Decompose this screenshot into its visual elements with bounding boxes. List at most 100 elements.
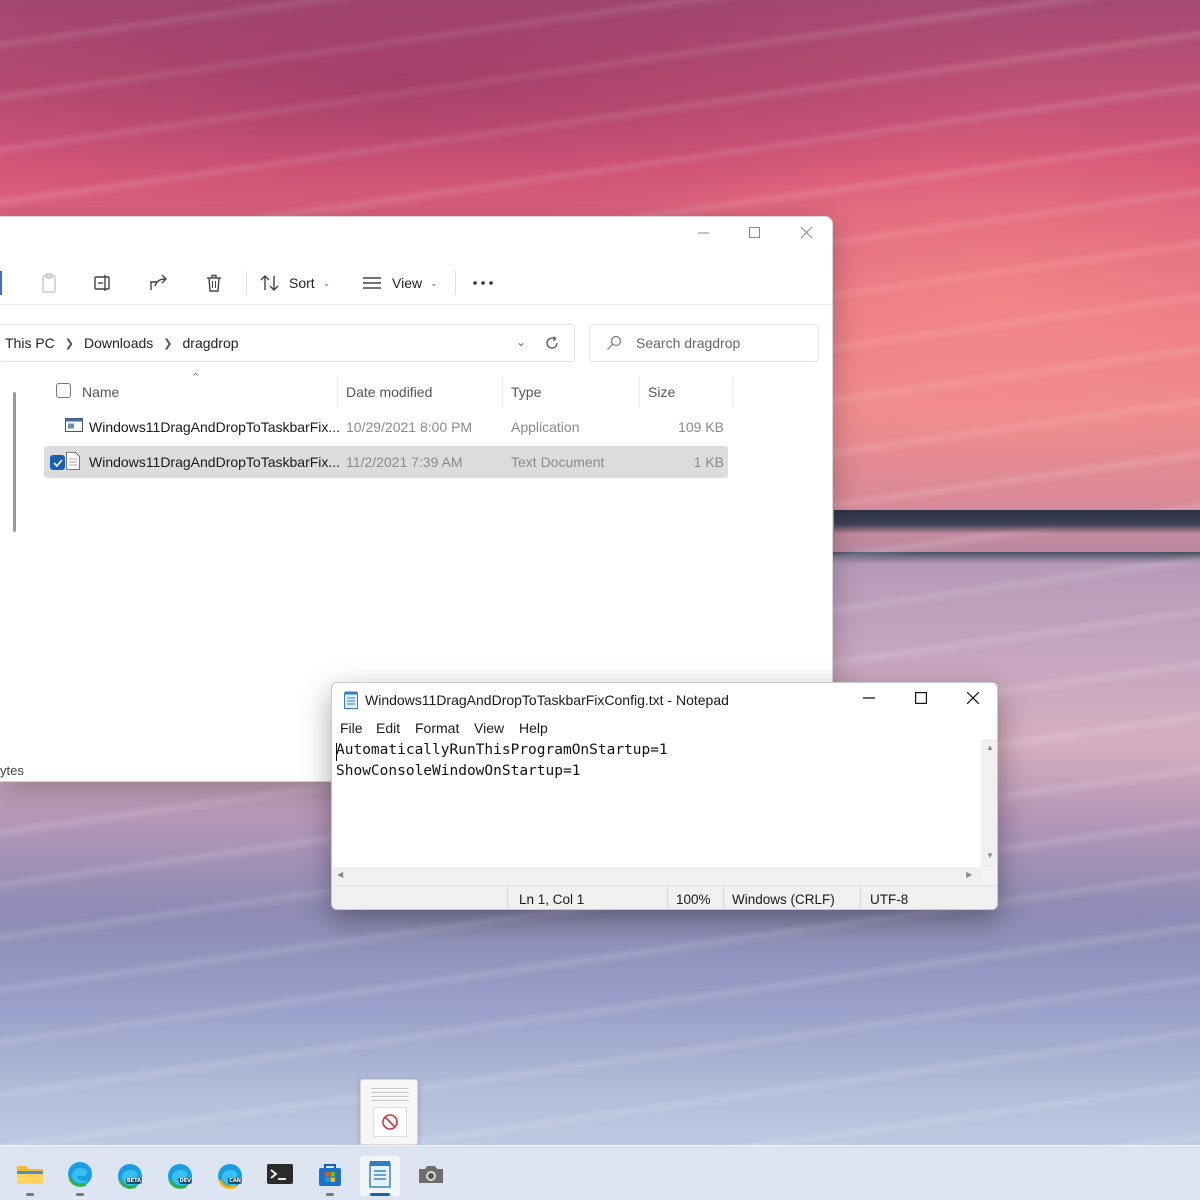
terminal-icon (266, 1162, 294, 1191)
notepad-icon (344, 691, 358, 709)
vertical-scrollbar[interactable]: ▲ ▼ (981, 739, 997, 867)
cursor-position: Ln 1, Col 1 (519, 892, 585, 907)
paste-icon (35, 269, 63, 297)
file-size: 1 KB (693, 454, 724, 470)
sort-button[interactable]: Sort ⌄ (259, 269, 330, 297)
notepad-icon (369, 1160, 391, 1193)
notepad-menu-bar: File Edit Format View Help (332, 717, 997, 739)
taskbar-edge-beta[interactable]: BETA (110, 1156, 150, 1196)
scroll-down-icon[interactable]: ▼ (986, 851, 994, 860)
column-header-date[interactable]: Date modified (346, 380, 432, 404)
breadcrumb-dragdrop[interactable]: dragdrop (183, 335, 239, 351)
running-indicator (76, 1193, 84, 1196)
delete-button[interactable] (200, 269, 228, 297)
search-input[interactable]: Search dragdrop (589, 324, 819, 362)
drag-preview (360, 1079, 418, 1145)
file-row-selected[interactable]: Windows11DragAndDropToTaskbarFix... 11/2… (44, 446, 728, 478)
close-icon (966, 691, 980, 709)
menu-file[interactable]: File (340, 720, 363, 736)
select-all-checkbox[interactable] (56, 383, 71, 398)
close-button[interactable] (783, 221, 829, 247)
chevron-down-icon: ⌄ (430, 277, 438, 288)
sort-ascending-icon: ⌃ (191, 372, 201, 384)
taskbar-notepad[interactable] (360, 1156, 400, 1196)
paste-button[interactable] (35, 269, 63, 297)
column-header-size[interactable]: Size (648, 380, 675, 404)
taskbar-camera[interactable] (411, 1156, 451, 1196)
minimize-button[interactable] (843, 683, 895, 717)
file-name[interactable]: Windows11DragAndDropToTaskbarFix... (89, 454, 340, 470)
chevron-down-icon: ⌄ (322, 277, 331, 288)
refresh-icon[interactable] (540, 331, 564, 355)
explorer-titlebar[interactable] (0, 217, 832, 249)
taskbar-edge[interactable] (60, 1156, 100, 1196)
scroll-up-icon[interactable]: ▲ (986, 743, 994, 752)
file-date: 11/2/2021 7:39 AM (346, 454, 463, 470)
scroll-right-icon[interactable]: ▶ (966, 870, 972, 879)
menu-view[interactable]: View (474, 720, 504, 736)
breadcrumb-downloads[interactable]: Downloads (84, 335, 153, 351)
menu-format[interactable]: Format (415, 720, 459, 736)
view-button[interactable]: View ⌄ (360, 269, 438, 297)
rename-button[interactable] (90, 269, 118, 297)
running-indicator (326, 1193, 334, 1196)
minimize-icon (863, 691, 875, 709)
menu-edit[interactable]: Edit (376, 720, 400, 736)
maximize-button[interactable] (731, 221, 777, 247)
maximize-button[interactable] (895, 683, 947, 717)
application-icon (65, 417, 83, 435)
share-icon (145, 269, 173, 297)
toolbar-edge (0, 271, 2, 295)
more-options-button[interactable] (469, 269, 497, 297)
toolbar-separator (246, 271, 247, 295)
text-document-icon (65, 452, 83, 470)
maximize-icon (915, 691, 928, 709)
line-ending: Windows (CRLF) (732, 892, 835, 907)
checkbox-checked-icon[interactable] (50, 455, 65, 470)
microsoft-store-icon (317, 1161, 343, 1192)
column-header-type[interactable]: Type (511, 380, 541, 404)
breadcrumb-this-pc[interactable]: This PC (5, 335, 55, 351)
menu-help[interactable]: Help (519, 720, 548, 736)
no-drop-icon (373, 1107, 407, 1137)
close-button[interactable] (947, 683, 997, 717)
edge-channel-tag: CAN (228, 1178, 242, 1184)
file-row[interactable]: Windows11DragAndDropToTaskbarFix... 10/2… (44, 411, 728, 443)
notepad-text-area[interactable]: AutomaticallyRunThisProgramOnStartup=1 S… (332, 739, 981, 867)
file-type: Application (511, 419, 580, 435)
address-bar[interactable]: This PC ❯ Downloads ❯ dragdrop ⌄ (0, 324, 575, 362)
minimize-button[interactable] (680, 221, 726, 247)
status-bar-text: ytes (0, 763, 24, 778)
column-header-name[interactable]: Name (82, 380, 119, 404)
address-history-chevron-icon[interactable]: ⌄ (516, 335, 526, 349)
status-divider (507, 886, 508, 909)
running-indicator (26, 1193, 34, 1196)
chevron-right-icon: ❯ (64, 337, 75, 350)
notepad-titlebar[interactable]: Windows11DragAndDropToTaskbarFixConfig.t… (332, 683, 997, 717)
taskbar: BETA DEV CAN (0, 1145, 1200, 1200)
column-divider[interactable] (502, 377, 503, 407)
file-name[interactable]: Windows11DragAndDropToTaskbarFix... (89, 419, 340, 435)
taskbar-terminal[interactable] (260, 1156, 300, 1196)
taskbar-file-explorer[interactable] (10, 1156, 50, 1196)
horizontal-scrollbar[interactable]: ◀ ▶ (332, 867, 981, 883)
camera-icon (417, 1163, 445, 1190)
column-divider[interactable] (337, 377, 338, 407)
status-divider (860, 886, 861, 909)
column-divider[interactable] (639, 377, 640, 407)
taskbar-store[interactable] (310, 1156, 350, 1196)
navigation-pane-scrollbar[interactable] (13, 392, 16, 532)
minimize-icon (697, 225, 709, 243)
scroll-left-icon[interactable]: ◀ (337, 870, 343, 879)
view-label: View (392, 275, 423, 291)
sort-icon (259, 269, 281, 297)
share-button[interactable] (145, 269, 173, 297)
file-type: Text Document (511, 454, 605, 470)
column-divider[interactable] (732, 377, 733, 407)
sort-label: Sort (289, 275, 315, 291)
taskbar-edge-dev[interactable]: DEV (160, 1156, 200, 1196)
encoding: UTF-8 (870, 892, 909, 907)
text-line: AutomaticallyRunThisProgramOnStartup=1 (336, 742, 668, 758)
taskbar-edge-canary[interactable]: CAN (210, 1156, 250, 1196)
notepad-title: Windows11DragAndDropToTaskbarFixConfig.t… (365, 692, 729, 708)
